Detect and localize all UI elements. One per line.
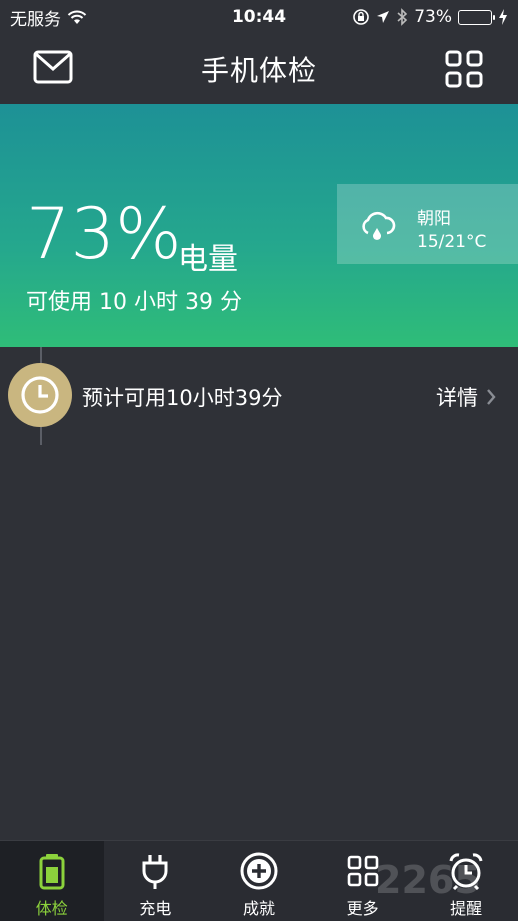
tab-charge[interactable]: 充电 xyxy=(104,841,208,921)
charging-icon xyxy=(499,9,507,25)
battery-icon xyxy=(39,854,65,890)
battery-percent: 73% xyxy=(414,7,452,27)
grid-icon xyxy=(347,855,378,887)
chevron-right-icon xyxy=(487,389,496,405)
plug-icon xyxy=(142,855,168,889)
battery-icon xyxy=(458,9,495,25)
estimate-text: 预计可用10小时39分 xyxy=(82,386,283,410)
tab-label: 成就 xyxy=(242,899,275,918)
page-title: 手机体检 xyxy=(200,54,317,87)
bluetooth-icon xyxy=(397,8,408,26)
tab-label: 更多 xyxy=(346,899,379,918)
tab-label: 提醒 xyxy=(450,899,483,918)
tab-achievement[interactable]: 成就 xyxy=(207,841,311,921)
tab-label: 充电 xyxy=(139,899,172,918)
detail-label: 详情 xyxy=(436,386,478,410)
clock-icon xyxy=(8,363,72,427)
rotation-lock-icon xyxy=(353,9,370,25)
tab-bar: 体检 充电 成就 更多 提醒 xyxy=(0,840,518,921)
battery-label: 电量 xyxy=(178,242,238,277)
status-right: 73% xyxy=(352,7,508,27)
grid-icon[interactable] xyxy=(444,49,484,89)
tab-checkup[interactable]: 体检 xyxy=(0,841,104,921)
weather-card[interactable]: 朝阳 15/21°C xyxy=(337,184,518,264)
plus-circle-icon xyxy=(240,852,278,890)
remaining-time: 可使用 10 小时 39 分 xyxy=(26,290,242,315)
wifi-icon xyxy=(67,10,87,24)
alarm-clock-icon xyxy=(449,853,483,891)
mail-icon[interactable] xyxy=(33,49,73,85)
detail-link[interactable]: 详情 xyxy=(436,382,496,412)
battery-percent-large: 73% xyxy=(26,193,182,275)
location-icon xyxy=(377,11,390,23)
tab-label: 体检 xyxy=(35,899,68,918)
status-left: 无服务 xyxy=(10,5,87,30)
weather-city: 朝阳 xyxy=(417,209,451,229)
carrier-label: 无服务 xyxy=(10,9,61,30)
battery-hero: 73% 电量 可使用 10 小时 39 分 朝阳 15/21°C xyxy=(0,104,518,347)
cloud-rain-icon xyxy=(362,211,396,240)
weather-temperature: 15/21°C xyxy=(417,232,487,252)
status-bar: 无服务 10:44 73% xyxy=(0,0,518,34)
tab-reminder[interactable]: 提醒 xyxy=(414,841,518,921)
tab-more[interactable]: 更多 xyxy=(311,841,415,921)
title-bar: 手机体检 xyxy=(0,34,518,104)
